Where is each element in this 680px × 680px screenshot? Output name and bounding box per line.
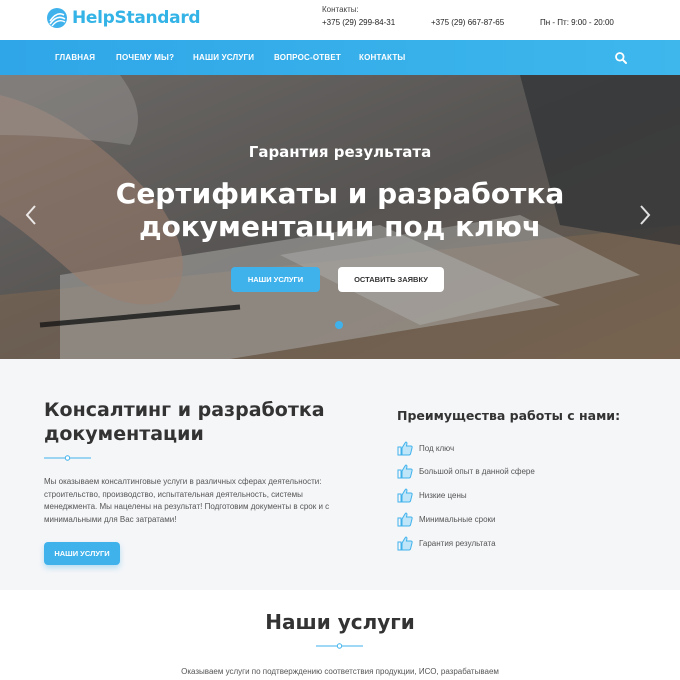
about-text: Мы оказываем консалтинговые услуги в раз… [44, 476, 334, 526]
nav-item-why-us[interactable]: Почему мы? [116, 53, 174, 62]
hero-title: Сертификаты и разработка документации по… [0, 177, 680, 243]
about-text-line: менеджмента. Мы нацелены на результат! П… [44, 502, 330, 511]
nav-item-services[interactable]: Наши услуги [193, 53, 254, 62]
top-header: HelpStandard Контакты: +375 (29) 299-84-… [0, 0, 680, 40]
hero-title-line-1: Сертификаты и разработка [115, 177, 565, 210]
hero-slider: Гарантия результата Сертификаты и разраб… [0, 75, 680, 359]
thumbs-up-icon [397, 512, 413, 527]
about-title: Консалтинг и разработка документации [44, 398, 344, 446]
slider-dot-active[interactable] [335, 321, 343, 329]
hero-subtitle: Гарантия результата [248, 143, 432, 161]
advantage-label: Гарантия результата [419, 539, 496, 548]
about-text-line: Мы оказываем консалтинговые услуги в раз… [44, 477, 322, 486]
advantage-label: Низкие цены [419, 491, 467, 500]
about-services-button[interactable]: Наши услуги [44, 542, 120, 565]
search-icon[interactable] [614, 51, 628, 65]
about-title-line-2: документации [44, 423, 204, 445]
nav-item-contacts[interactable]: Контакты [359, 53, 405, 62]
services-separator [316, 643, 363, 649]
thumbs-up-icon [397, 464, 413, 479]
slider-prev-arrow-icon[interactable] [24, 203, 38, 227]
nav-item-home[interactable]: Главная [55, 53, 95, 62]
about-separator [44, 455, 91, 461]
hero-services-button[interactable]: Наши услуги [231, 267, 320, 292]
services-text: Оказываем услуги по подтверждению соотве… [181, 667, 499, 676]
logo[interactable]: HelpStandard [46, 7, 201, 29]
thumbs-up-icon [397, 536, 413, 551]
contacts-label: Контакты: [322, 5, 359, 14]
services-section: Наши услуги Оказываем услуги по подтверж… [0, 590, 680, 680]
working-hours: Пн - Пт: 9:00 - 20:00 [540, 18, 614, 27]
phone-1[interactable]: +375 (29) 299-84-31 [322, 18, 395, 27]
advantage-label: Под ключ [419, 444, 455, 453]
phone-2[interactable]: +375 (29) 667-87-65 [431, 18, 504, 27]
hero-title-line-2: документации под ключ [138, 210, 542, 243]
advantages-title: Преимущества работы с нами: [397, 408, 621, 423]
about-title-line-1: Консалтинг и разработка [44, 399, 325, 421]
advantage-label: Минимальные сроки [419, 515, 496, 524]
logo-icon [47, 8, 67, 28]
advantage-label: Большой опыт в данной сфере [419, 467, 535, 476]
main-nav: Главная Почему мы? Наши услуги Вопрос-от… [0, 40, 680, 75]
slider-next-arrow-icon[interactable] [638, 203, 652, 227]
about-section: Консалтинг и разработка документации Мы … [0, 359, 680, 590]
hero-request-button[interactable]: Оставить заявку [338, 267, 444, 292]
nav-item-faq[interactable]: Вопрос-ответ [274, 53, 341, 62]
logo-text: HelpStandard [72, 8, 201, 28]
about-text-line: строительство, производство, испытательн… [44, 489, 303, 499]
thumbs-up-icon [397, 488, 413, 503]
services-title: Наши услуги [265, 610, 415, 634]
about-text-line: минимальными для Вас затратами! [44, 514, 177, 524]
thumbs-up-icon [397, 441, 413, 456]
